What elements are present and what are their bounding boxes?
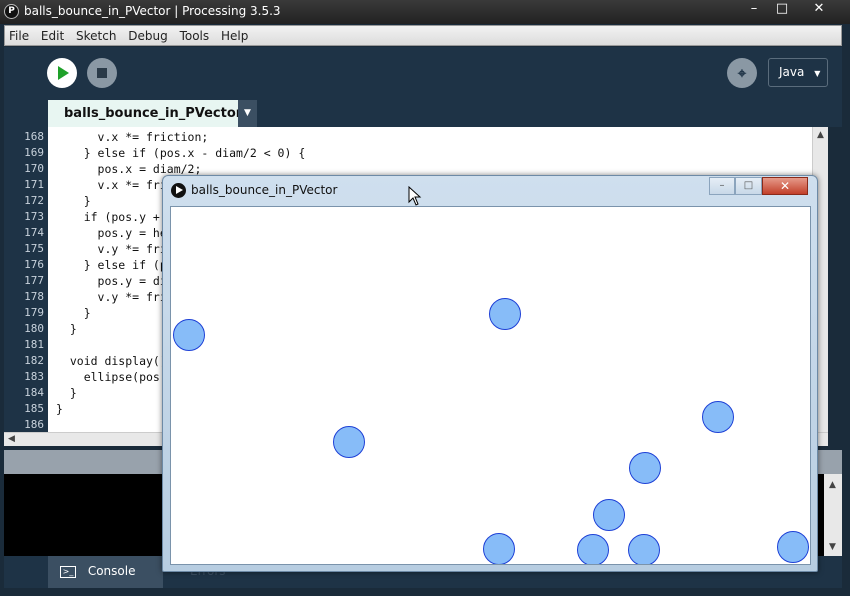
- code-line[interactable]: }: [56, 306, 91, 320]
- code-line[interactable]: v.y *= fri: [56, 242, 167, 256]
- line-number: 176: [24, 258, 44, 271]
- sketch-play-icon: [171, 183, 186, 198]
- mode-label: Java: [779, 65, 805, 79]
- line-number: 178: [24, 290, 44, 303]
- line-number: 184: [24, 386, 44, 399]
- sketch-canvas[interactable]: [170, 206, 811, 565]
- line-number: 183: [24, 370, 44, 383]
- sketch-window-title: balls_bounce_in_PVector: [191, 183, 338, 197]
- ball: [489, 298, 521, 330]
- code-line[interactable]: ellipse(pos: [56, 370, 160, 384]
- code-line[interactable]: } else if (pos.x - diam/2 < 0) {: [56, 146, 306, 160]
- line-number: 182: [24, 354, 44, 367]
- ball: [777, 531, 809, 563]
- ball: [333, 426, 365, 458]
- code-line[interactable]: }: [56, 386, 77, 400]
- mode-selector[interactable]: Java ▼: [768, 58, 828, 87]
- tab-sketch[interactable]: balls_bounce_in_PVector: [48, 100, 242, 127]
- butterfly-icon: ⌖: [737, 64, 747, 82]
- window-titlebar: P balls_bounce_in_PVector | Processing 3…: [0, 0, 850, 24]
- line-number: 170: [24, 162, 44, 175]
- line-number: 174: [24, 226, 44, 239]
- line-number: 172: [24, 194, 44, 207]
- code-line[interactable]: } else if (p: [56, 258, 167, 272]
- sketch-close-button[interactable]: ✕: [762, 177, 808, 195]
- ball: [629, 452, 661, 484]
- minimize-button[interactable]: –: [741, 0, 767, 18]
- tab-menu-button[interactable]: ▼: [238, 100, 257, 127]
- line-number: 177: [24, 274, 44, 287]
- chevron-down-icon: ▼: [244, 108, 251, 118]
- ball: [483, 533, 515, 564]
- scroll-up-icon[interactable]: ▲: [817, 130, 824, 140]
- menu-edit[interactable]: Edit: [37, 26, 68, 43]
- debugger-button[interactable]: ⌖: [727, 58, 757, 88]
- line-number: 169: [24, 146, 44, 159]
- menu-file[interactable]: File: [5, 26, 33, 43]
- line-number: 180: [24, 322, 44, 335]
- code-line[interactable]: v.x *= friction;: [56, 130, 209, 144]
- code-line[interactable]: void display(): [56, 354, 167, 368]
- menu-sketch[interactable]: Sketch: [72, 26, 120, 43]
- ball: [173, 319, 205, 351]
- stop-icon: [97, 68, 107, 78]
- line-number: 173: [24, 210, 44, 223]
- line-number: 171: [24, 178, 44, 191]
- stop-button[interactable]: [87, 58, 117, 88]
- line-number: 185: [24, 402, 44, 415]
- console-scrollbar[interactable]: ▲ ▼: [824, 474, 842, 556]
- mouse-cursor-icon: [408, 186, 422, 206]
- scroll-up-icon[interactable]: ▲: [829, 480, 836, 490]
- code-line[interactable]: }: [56, 402, 63, 416]
- line-number: 168: [24, 130, 44, 143]
- ball: [702, 401, 734, 433]
- line-number: 175: [24, 242, 44, 255]
- menu-help[interactable]: Help: [217, 26, 252, 43]
- console-tab-label: Console: [87, 564, 136, 578]
- scroll-down-icon[interactable]: ▼: [829, 542, 836, 552]
- code-line[interactable]: v.x *= fri: [56, 178, 167, 192]
- code-line[interactable]: pos.y = he: [56, 226, 167, 240]
- menu-bar: File Edit Sketch Debug Tools Help: [4, 25, 842, 46]
- toolbar: ⌖ Java ▼: [4, 47, 842, 100]
- line-number: 181: [24, 338, 44, 351]
- ball: [593, 499, 625, 531]
- window-title: balls_bounce_in_PVector | Processing 3.5…: [24, 4, 281, 18]
- tab-strip: balls_bounce_in_PVector ▼: [4, 100, 842, 127]
- menu-tools[interactable]: Tools: [176, 26, 214, 43]
- code-line[interactable]: v.y *= fri: [56, 290, 167, 304]
- play-icon: [58, 66, 69, 80]
- menu-debug[interactable]: Debug: [124, 26, 171, 43]
- processing-logo-icon: P: [4, 4, 19, 19]
- code-line[interactable]: }: [56, 322, 77, 336]
- line-number: 186: [24, 418, 44, 431]
- tab-console[interactable]: >_ Console: [48, 556, 163, 588]
- ball: [577, 534, 609, 564]
- ball: [628, 534, 660, 564]
- code-line[interactable]: }: [56, 194, 91, 208]
- run-button[interactable]: [47, 58, 77, 88]
- scroll-left-icon[interactable]: ◀: [8, 434, 15, 444]
- terminal-icon: >_: [60, 565, 76, 578]
- chevron-down-icon: ▼: [814, 69, 821, 78]
- close-button[interactable]: ✕: [805, 0, 833, 18]
- line-number: 179: [24, 306, 44, 319]
- line-number-gutter: 168 169 170 171 172 173 174 175 176 177 178 179 180 1…: [4, 127, 48, 432]
- sketch-maximize-button[interactable]: □: [735, 177, 762, 195]
- code-line[interactable]: if (pos.y +: [56, 210, 160, 224]
- code-line[interactable]: pos.x = diam/2;: [56, 162, 202, 176]
- sketch-window-controls: – □ ✕: [709, 177, 812, 195]
- sketch-minimize-button[interactable]: –: [709, 177, 735, 195]
- code-line[interactable]: pos.y = di: [56, 274, 167, 288]
- maximize-button[interactable]: □: [769, 0, 795, 18]
- sketch-window[interactable]: balls_bounce_in_PVector – □ ✕: [162, 175, 818, 572]
